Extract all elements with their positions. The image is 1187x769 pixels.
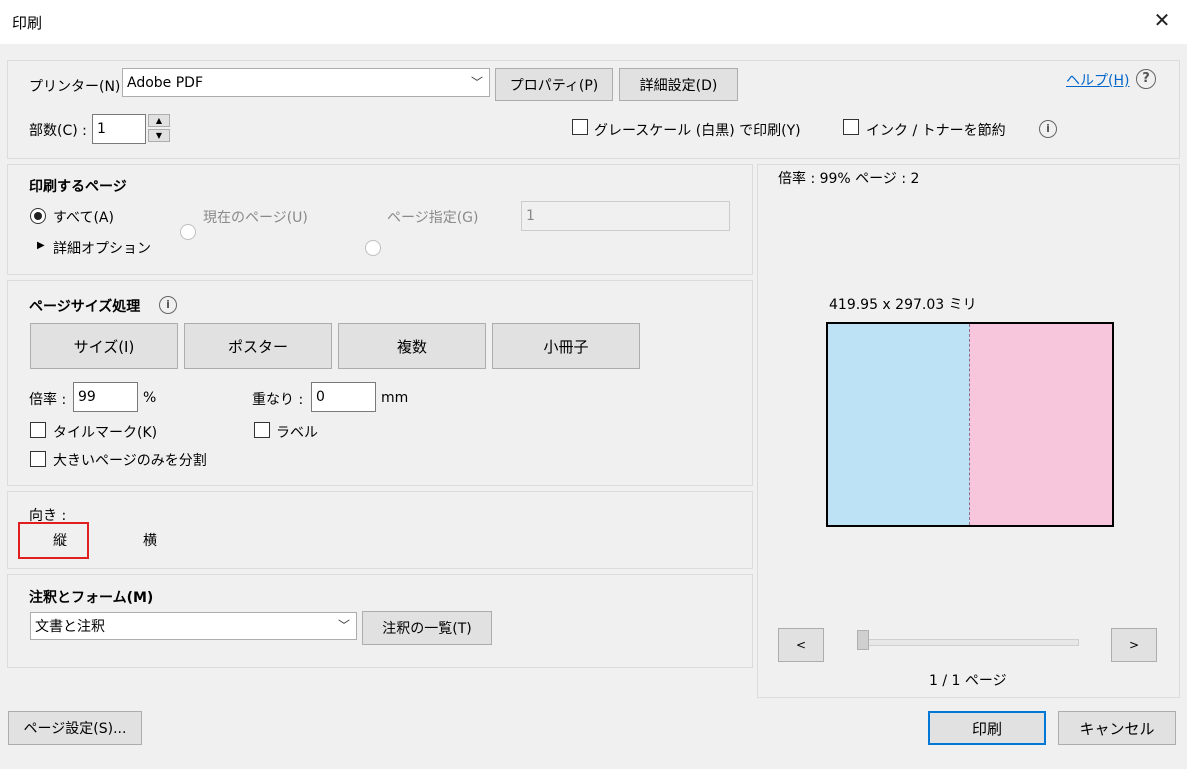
- annotations-selected-value: 文書と注釈: [35, 619, 105, 635]
- chevron-down-icon: ﹀: [337, 618, 350, 633]
- title-bar: [0, 0, 1187, 45]
- tile-marks-checkbox[interactable]: [30, 422, 46, 438]
- scale-input[interactable]: 99: [73, 382, 138, 412]
- page-range-input[interactable]: 1: [521, 201, 730, 231]
- window-title: 印刷: [12, 14, 43, 32]
- large-pages-checkbox[interactable]: [30, 451, 46, 467]
- all-pages-radio[interactable]: [30, 208, 46, 224]
- preview-right-half: [970, 324, 1112, 525]
- next-page-button[interactable]: >: [1111, 628, 1157, 662]
- close-icon[interactable]: ✕: [1150, 8, 1174, 32]
- page-setup-button[interactable]: ページ設定(S)...: [8, 711, 142, 745]
- help-question-icon[interactable]: ?: [1136, 69, 1156, 89]
- advanced-button[interactable]: 詳細設定(D): [619, 68, 738, 101]
- tab-booklet[interactable]: 小冊子: [492, 323, 640, 369]
- properties-button[interactable]: プロパティ(P): [495, 68, 613, 101]
- page-range-label: ページ指定(G): [387, 210, 479, 226]
- pages-heading: 印刷するページ: [29, 179, 127, 195]
- tab-poster[interactable]: ポスター: [184, 323, 332, 369]
- labels-checkbox[interactable]: [254, 422, 270, 438]
- preview-dimensions: 419.95 x 297.03 ミリ: [829, 297, 977, 313]
- printer-selected-value: Adobe PDF: [127, 74, 204, 91]
- portrait-label: 縦: [53, 533, 67, 549]
- page-slider-thumb[interactable]: [857, 630, 869, 650]
- labels-label: ラベル: [276, 425, 318, 441]
- landscape-label: 横: [143, 533, 157, 549]
- more-options-label[interactable]: 詳細オプション: [53, 238, 151, 258]
- annotations-select[interactable]: 文書と注釈 ﹀: [30, 612, 357, 640]
- prev-page-button[interactable]: <: [778, 628, 824, 662]
- grayscale-label: グレースケール (白黒) で印刷(Y): [594, 123, 801, 139]
- annotations-summary-button[interactable]: 注釈の一覧(T): [362, 611, 492, 645]
- annotations-heading: 注釈とフォーム(M): [29, 590, 154, 606]
- tab-size[interactable]: サイズ(I): [30, 323, 178, 369]
- page-slider-track[interactable]: [858, 639, 1079, 646]
- current-page-label: 現在のページ(U): [203, 210, 308, 226]
- save-ink-label: インク / トナーを節約: [866, 123, 1006, 139]
- overlap-input[interactable]: 0: [311, 382, 376, 412]
- large-pages-label: 大きいページのみを分割: [53, 453, 207, 469]
- page-size-info-icon[interactable]: i: [159, 296, 177, 314]
- tab-multiple[interactable]: 複数: [338, 323, 486, 369]
- chevron-down-icon: ﹀: [470, 75, 483, 90]
- copies-label: 部数(C) :: [29, 123, 87, 139]
- printer-select[interactable]: Adobe PDF ﹀: [122, 68, 490, 97]
- printer-label: プリンター(N) :: [29, 79, 130, 95]
- scale-label: 倍率 :: [29, 392, 67, 408]
- save-ink-checkbox[interactable]: [843, 119, 859, 135]
- print-button[interactable]: 印刷: [928, 711, 1046, 745]
- all-pages-label: すべて(A): [53, 210, 114, 226]
- overlap-label: 重なり :: [252, 392, 304, 408]
- cancel-button[interactable]: キャンセル: [1058, 711, 1176, 745]
- current-page-radio[interactable]: [180, 224, 196, 240]
- scale-unit: %: [143, 390, 157, 406]
- preview-page: [826, 322, 1114, 527]
- orientation-panel: [7, 491, 753, 569]
- page-size-heading: ページサイズ処理: [29, 299, 141, 315]
- preview-left-half: [828, 324, 970, 525]
- overlap-unit: mm: [381, 390, 409, 406]
- copies-up-icon[interactable]: ▲: [148, 114, 170, 127]
- copies-down-icon[interactable]: ▼: [148, 129, 170, 142]
- help-link[interactable]: ヘルプ(H): [1066, 70, 1129, 90]
- grayscale-checkbox[interactable]: [572, 119, 588, 135]
- tile-marks-label: タイルマーク(K): [53, 425, 158, 441]
- preview-scale-info: 倍率 : 99% ページ : 2: [778, 171, 920, 187]
- info-icon[interactable]: i: [1039, 120, 1057, 138]
- copies-input[interactable]: 1: [92, 114, 146, 144]
- page-range-radio[interactable]: [365, 240, 381, 256]
- expand-triangle-icon[interactable]: ▶: [37, 240, 45, 251]
- page-indicator: 1 / 1 ページ: [929, 673, 1007, 689]
